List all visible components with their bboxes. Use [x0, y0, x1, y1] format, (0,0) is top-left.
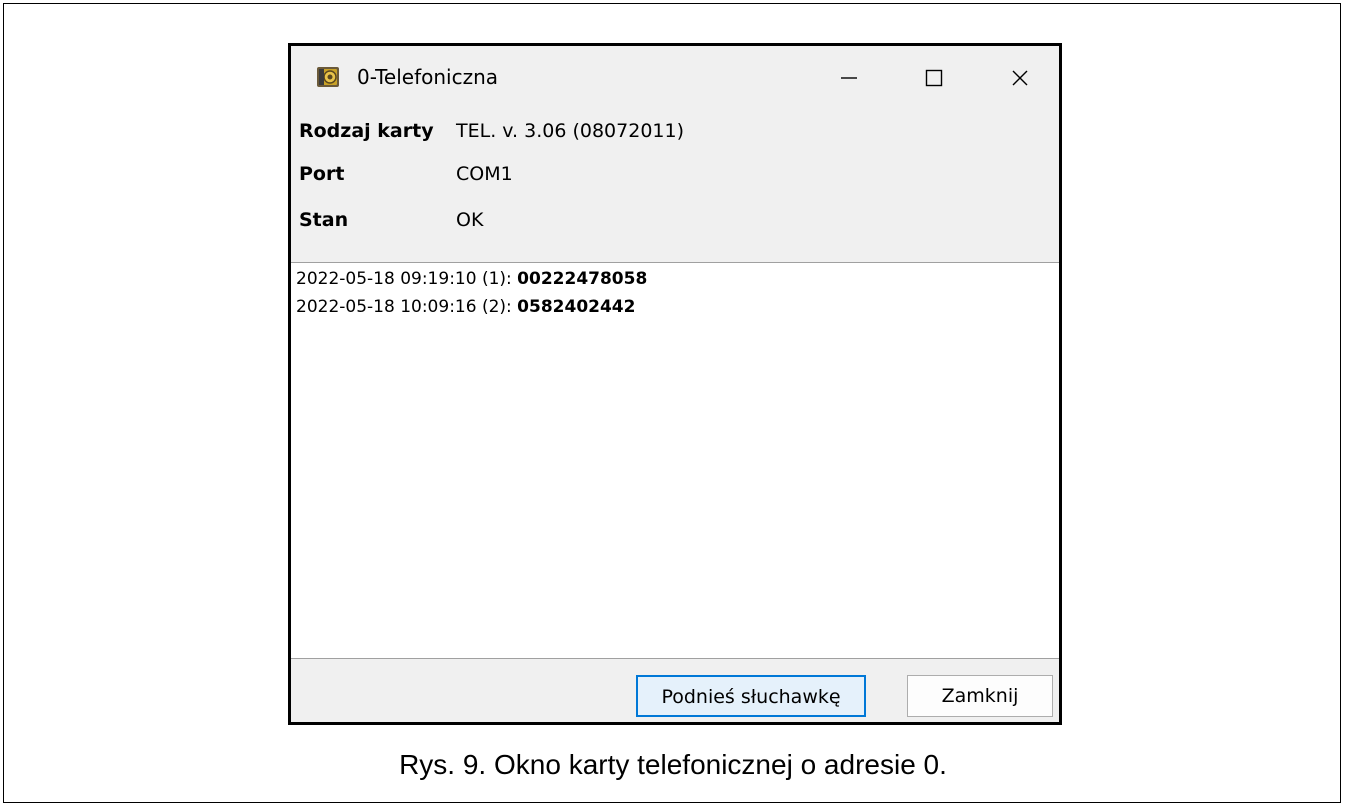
minimize-icon [841, 77, 857, 79]
maximize-icon [925, 69, 943, 87]
pick-up-button[interactable]: Podnieś słuchawkę [636, 675, 866, 717]
phone-card-icon [316, 65, 340, 89]
window-title: 0-Telefoniczna [357, 65, 499, 89]
log-number: 0582402442 [517, 297, 636, 317]
list-item: 2022-05-18 09:19:10 (1): 00222478058 [296, 269, 647, 289]
card-type-value: TEL. v. 3.06 (08072011) [456, 120, 684, 142]
card-type-label: Rodzaj karty [299, 120, 434, 142]
list-item: 2022-05-18 10:09:16 (2): 0582402442 [296, 297, 635, 317]
call-log[interactable]: 2022-05-18 09:19:10 (1): 00222478058 202… [291, 262, 1059, 659]
maximize-button[interactable] [907, 56, 961, 100]
close-icon [1012, 70, 1028, 86]
minimize-button[interactable] [822, 56, 876, 100]
close-button[interactable]: Zamknij [907, 675, 1053, 717]
log-timestamp: 2022-05-18 09:19:10 (1): [296, 269, 512, 289]
status-value: OK [456, 209, 484, 231]
figure-caption: Rys. 9. Okno karty telefonicznej o adres… [399, 749, 947, 780]
status-label: Stan [299, 209, 349, 231]
phone-card-window: 0-Telefoniczna Rodzaj karty TEL. v. 3.06… [288, 43, 1062, 725]
log-timestamp: 2022-05-18 10:09:16 (2): [296, 297, 512, 317]
log-number: 00222478058 [517, 269, 648, 289]
port-label: Port [299, 163, 345, 185]
title-bar[interactable]: 0-Telefoniczna [291, 46, 1059, 112]
port-value: COM1 [456, 163, 513, 185]
close-window-button[interactable] [993, 56, 1047, 100]
